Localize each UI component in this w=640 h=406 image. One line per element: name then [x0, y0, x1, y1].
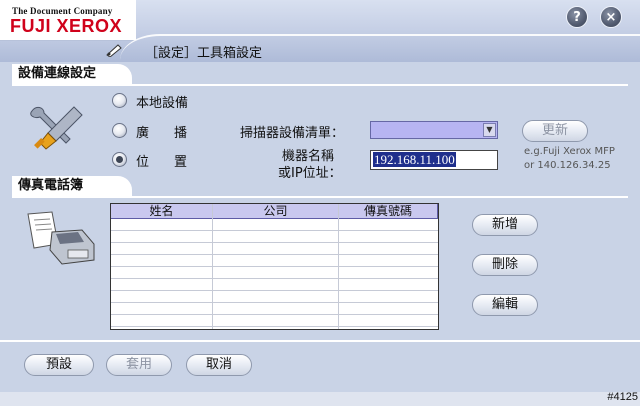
table-row[interactable] — [111, 279, 438, 291]
toolbox-settings-window: The Document Company FUJI XEROX ［設定］工具箱設… — [0, 0, 640, 406]
apply-button[interactable]: 套用 — [106, 354, 172, 376]
title-bar: The Document Company FUJI XEROX ［設定］工具箱設… — [0, 0, 640, 62]
close-button[interactable]: × — [600, 6, 622, 28]
machine-address-value: 192.168.11.100 — [373, 152, 456, 167]
column-header-name[interactable]: 姓名 — [111, 204, 213, 219]
table-row[interactable] — [111, 219, 438, 231]
radio-location-label: 位 置 — [136, 155, 194, 170]
default-button[interactable]: 預設 — [24, 354, 94, 376]
table-row[interactable] — [111, 231, 438, 243]
phonebook-section-title: 傳真電話簿 — [12, 176, 132, 196]
table-row[interactable] — [111, 303, 438, 315]
refresh-button[interactable]: 更新 — [522, 120, 588, 142]
footer-divider — [0, 340, 640, 342]
radio-broadcast-label: 廣 播 — [136, 126, 194, 141]
column-header-fax-number[interactable]: 傳真號碼 — [339, 204, 438, 219]
cancel-button[interactable]: 取消 — [186, 354, 252, 376]
radio-broadcast[interactable] — [112, 123, 127, 138]
radio-location[interactable] — [112, 152, 127, 167]
connection-panel-divider — [12, 84, 628, 86]
add-entry-button[interactable]: 新增 — [472, 214, 538, 236]
table-row[interactable] — [111, 291, 438, 303]
phonebook-panel-divider — [12, 196, 628, 198]
scanner-list-label: 掃描器設備清單： — [240, 126, 345, 141]
column-header-company[interactable]: 公司 — [213, 204, 339, 219]
address-hint-line1: e.g.Fuji Xerox MFP — [524, 146, 615, 157]
bottom-strip — [0, 392, 640, 406]
tools-icon — [30, 106, 83, 150]
phonebook-table[interactable]: 姓名 公司 傳真號碼 — [110, 203, 439, 330]
help-button[interactable]: ? — [566, 6, 588, 28]
table-row[interactable] — [111, 267, 438, 279]
edit-entry-button[interactable]: 編輯 — [472, 294, 538, 316]
fax-machine-icon — [27, 211, 95, 265]
brand-name: FUJI XEROX — [10, 16, 123, 36]
address-hint-line2: or 140.126.34.25 — [524, 160, 611, 171]
chevron-down-icon[interactable]: ▼ — [483, 123, 496, 137]
scanner-list-dropdown[interactable]: ▼ — [370, 121, 498, 139]
settings-pen-icon — [106, 44, 122, 57]
radio-local-device-label: 本地設備 — [136, 96, 189, 111]
table-row[interactable] — [111, 315, 438, 327]
delete-entry-button[interactable]: 刪除 — [472, 254, 538, 276]
table-row[interactable] — [111, 243, 438, 255]
machine-address-input[interactable]: 192.168.11.100 — [370, 150, 498, 170]
brand-logo: The Document Company FUJI XEROX — [0, 0, 136, 41]
connection-section-title: 設備連線設定 — [12, 64, 132, 84]
corner-id-label: #4125 — [607, 391, 638, 403]
brand-tagline: The Document Company — [12, 6, 113, 16]
window-title: ［設定］工具箱設定 — [145, 46, 263, 61]
table-row[interactable] — [111, 255, 438, 267]
machine-name-label-line2: 或IP位址： — [278, 166, 342, 181]
radio-local-device[interactable] — [112, 93, 127, 108]
